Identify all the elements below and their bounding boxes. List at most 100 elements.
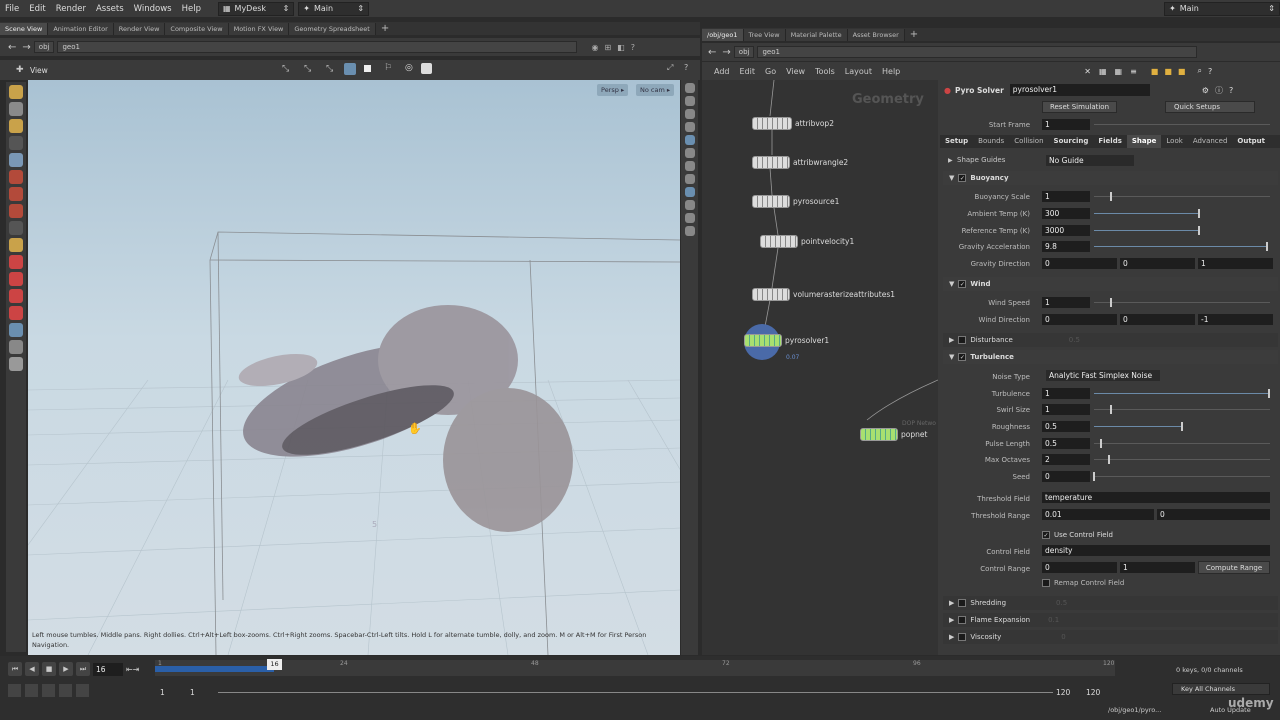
display-option-icon[interactable]	[684, 83, 695, 93]
capture-icon[interactable]	[9, 289, 23, 303]
buoyancy-section[interactable]: ▼ ✓ Buoyancy	[943, 171, 1278, 185]
threshold-range-min[interactable]: 0.01	[1042, 509, 1154, 520]
node-popnet[interactable]: popnet	[860, 428, 927, 441]
select-tool-icon[interactable]	[9, 85, 23, 99]
loop-icon[interactable]	[42, 684, 55, 697]
wind-section[interactable]: ▼ ✓ Wind	[943, 277, 1278, 291]
record-icon[interactable]	[9, 170, 23, 184]
menu-add[interactable]: Add	[714, 67, 730, 76]
help-icon[interactable]: ?	[1229, 86, 1233, 95]
gravity-dir-y[interactable]: 0	[1120, 258, 1195, 269]
view-tool-icon[interactable]	[9, 323, 23, 337]
render-icon[interactable]	[421, 63, 432, 74]
add-tab-icon[interactable]: +	[905, 29, 923, 41]
shape-guides-select[interactable]: No Guide	[1046, 155, 1134, 166]
display-option-icon[interactable]	[684, 135, 695, 145]
snap-icon[interactable]: ⤡	[282, 64, 289, 74]
checkbox[interactable]: ✓	[958, 280, 967, 288]
display-option-icon[interactable]	[684, 96, 695, 106]
ambient-temp-field[interactable]: 300	[1042, 208, 1090, 219]
display-option-icon[interactable]	[684, 122, 695, 132]
link-icon[interactable]: ⊞	[604, 43, 611, 52]
reference-temp-slider[interactable]	[1094, 230, 1198, 231]
buoyancy-scale-field[interactable]: 1	[1042, 191, 1090, 202]
swirl-size-slider[interactable]	[1094, 409, 1270, 410]
reset-simulation-button[interactable]: Reset Simulation	[1042, 101, 1117, 113]
checkbox[interactable]	[1042, 579, 1050, 587]
compute-range-button[interactable]: Compute Range	[1198, 561, 1270, 574]
current-frame-field[interactable]: 16	[93, 662, 123, 676]
display-flag-icon[interactable]: ■	[1151, 67, 1159, 76]
snap-icon[interactable]: ⤡	[326, 64, 333, 74]
checkbox[interactable]: ✓	[958, 174, 967, 182]
horseshoe-icon[interactable]	[9, 306, 23, 320]
turbulence-field[interactable]: 1	[1042, 388, 1090, 399]
menu-edit[interactable]: Edit	[740, 67, 756, 76]
menu-edit[interactable]: Edit	[24, 4, 50, 14]
skip-start-icon[interactable]: ⏮	[8, 662, 22, 676]
node-pyrosolver1[interactable]: pyrosolver1	[744, 334, 829, 347]
snap-icon[interactable]	[9, 272, 23, 286]
timeline-ruler[interactable]: 16 1 24 48 72 96 120	[155, 659, 1115, 676]
wind-dir-x[interactable]: 0	[1042, 314, 1117, 325]
help-icon[interactable]: ?	[631, 43, 635, 52]
tab-animation-editor[interactable]: Animation Editor	[48, 23, 114, 35]
realtime-icon[interactable]	[59, 684, 72, 697]
snap-icon[interactable]: ⤡	[304, 64, 311, 74]
display-option-icon[interactable]	[684, 226, 695, 236]
slider-knob[interactable]	[1110, 405, 1112, 414]
node-name-field[interactable]: pyrosolver1	[1009, 84, 1150, 96]
viewport[interactable]: Persp ▸ No cam ▸ 5 ✋ Left mouse tumbles.…	[28, 80, 680, 655]
checkbox[interactable]: ✓	[1042, 531, 1050, 539]
back-arrow-icon[interactable]: ←	[8, 42, 16, 53]
checkbox[interactable]	[958, 633, 967, 641]
lock-icon[interactable]: ◧	[617, 43, 625, 52]
roughness-slider[interactable]	[1094, 426, 1181, 427]
settings-icon[interactable]	[76, 684, 89, 697]
node-pointvelocity1[interactable]: pointvelocity1	[760, 235, 854, 248]
display-option-icon[interactable]	[684, 213, 695, 223]
range-start[interactable]: 1	[160, 688, 165, 697]
node-attribwrangle2[interactable]: attribwrangle2	[752, 156, 848, 169]
quick-setups-button[interactable]: Quick Setups	[1165, 101, 1255, 113]
display-option-icon[interactable]	[684, 200, 695, 210]
camera-tool-icon[interactable]	[9, 340, 23, 354]
slider-knob[interactable]	[1198, 209, 1200, 218]
play-reverse-icon[interactable]: ◀	[25, 662, 39, 676]
lock-icon[interactable]	[9, 153, 23, 167]
menu-layout[interactable]: Layout	[845, 67, 872, 76]
remap-control-toggle[interactable]: Remap Control Field	[1042, 579, 1124, 587]
light-icon[interactable]	[9, 357, 23, 371]
range-end-2[interactable]: 120	[1086, 688, 1100, 697]
keys-icon[interactable]	[25, 684, 38, 697]
tab-composite-view[interactable]: Composite View	[165, 23, 229, 35]
control-field-input[interactable]: density	[1042, 545, 1270, 556]
gear-icon[interactable]: ⚙	[1202, 86, 1209, 95]
menu-tools[interactable]: Tools	[815, 67, 835, 76]
wind-speed-slider[interactable]	[1094, 302, 1270, 303]
tab-bounds[interactable]: Bounds	[973, 135, 1009, 148]
tab-fields[interactable]: Fields	[1093, 135, 1127, 148]
tab-scene-view[interactable]: Scene View	[0, 23, 49, 35]
tab-output[interactable]: Output	[1232, 135, 1270, 148]
transform-icon[interactable]	[9, 102, 23, 116]
tab-shape[interactable]: Shape	[1126, 135, 1162, 148]
threshold-range-max[interactable]: 0	[1157, 509, 1270, 520]
slider-knob[interactable]	[1108, 455, 1110, 464]
frame-marker[interactable]: 16	[267, 659, 282, 670]
buoyancy-scale-slider[interactable]	[1094, 196, 1270, 197]
camera-icon[interactable]: ◎	[405, 63, 413, 73]
list-icon[interactable]: ≡	[1130, 67, 1137, 76]
brush-icon[interactable]	[9, 187, 23, 201]
tab-look[interactable]: Look	[1161, 135, 1187, 148]
pin-icon[interactable]: ◉	[591, 43, 598, 52]
swirl-size-field[interactable]: 1	[1042, 404, 1090, 415]
start-frame-slider[interactable]	[1094, 124, 1270, 125]
checkbox[interactable]	[958, 599, 967, 607]
seed-field[interactable]: 0	[1042, 471, 1090, 482]
node-attribvop2[interactable]: attribvop2	[752, 117, 834, 130]
node-pyrosource1[interactable]: pyrosource1	[752, 195, 839, 208]
menu-windows[interactable]: Windows	[129, 4, 177, 14]
stop-icon[interactable]	[364, 65, 371, 72]
node-volumerasterizeattributes1[interactable]: volumerasterizeattributes1	[752, 288, 895, 301]
